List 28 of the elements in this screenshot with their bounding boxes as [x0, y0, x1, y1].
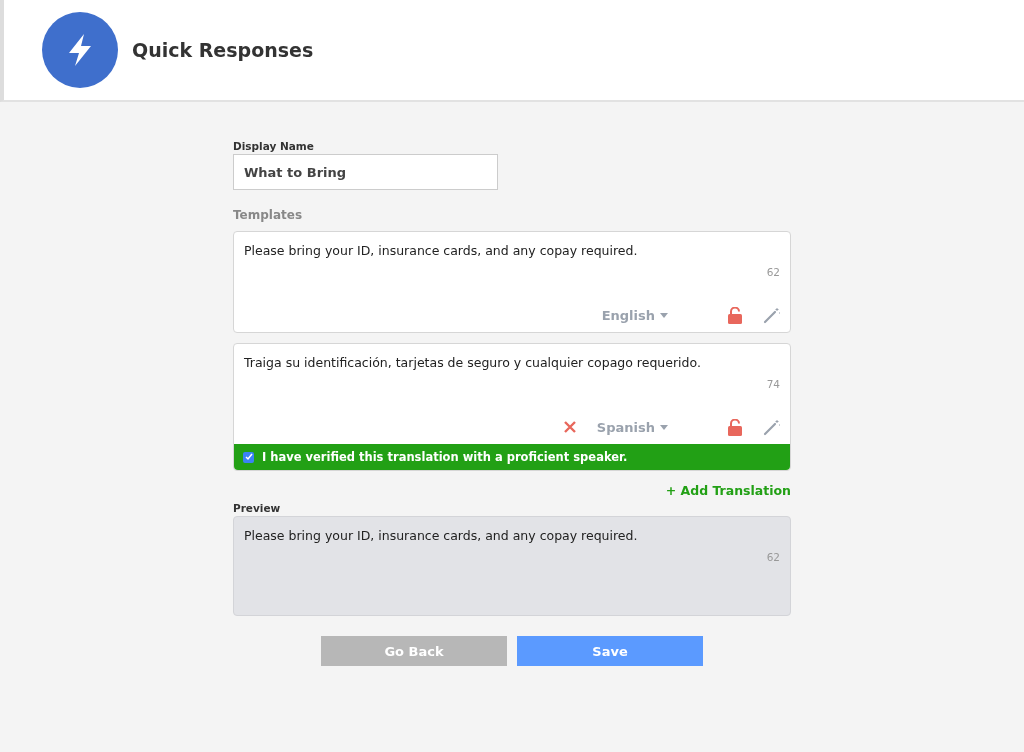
- field-label: Display Name: [233, 140, 315, 152]
- language-dropdown[interactable]: English: [601, 307, 668, 323]
- magic-wand-icon: [762, 418, 780, 436]
- section-label: Templates: [233, 208, 304, 222]
- checkbox[interactable]: [243, 451, 254, 463]
- character-count: 62: [766, 266, 780, 278]
- character-count: 62: [766, 551, 780, 563]
- display-name-field[interactable]: What to Bring: [233, 154, 498, 190]
- magic-wand-button[interactable]: [762, 418, 780, 436]
- template-text: Please bring your ID, insurance cards, and any copay required.: [244, 243, 639, 258]
- unlocked-padlock-icon: [727, 418, 743, 436]
- back-button[interactable]: Go Back: [321, 636, 507, 666]
- magic-wand-button[interactable]: [762, 306, 780, 324]
- caret-icon: [660, 424, 668, 430]
- lock-button[interactable]: [726, 306, 744, 324]
- template-text: Traiga su identificación, tarjetas de seguro y cualquier copago requerido.: [244, 355, 702, 370]
- language-dropdown[interactable]: Spanish: [596, 419, 668, 435]
- character-count: 74: [766, 378, 780, 390]
- save-button[interactable]: Save: [517, 636, 703, 666]
- preview-text: Please bring your ID, insurance cards, and any copay required.: [244, 528, 639, 543]
- add-translation-link[interactable]: + Add Translation: [665, 483, 791, 498]
- field-label: Preview: [233, 502, 282, 514]
- magic-wand-icon: [762, 306, 780, 324]
- caret-icon: [660, 312, 668, 318]
- unlocked-padlock-icon: [727, 306, 743, 324]
- lock-button[interactable]: [726, 418, 744, 436]
- page-title: Quick Responses: [132, 39, 314, 61]
- verification-label: I have verified this translation with a proficient speaker.: [262, 450, 628, 464]
